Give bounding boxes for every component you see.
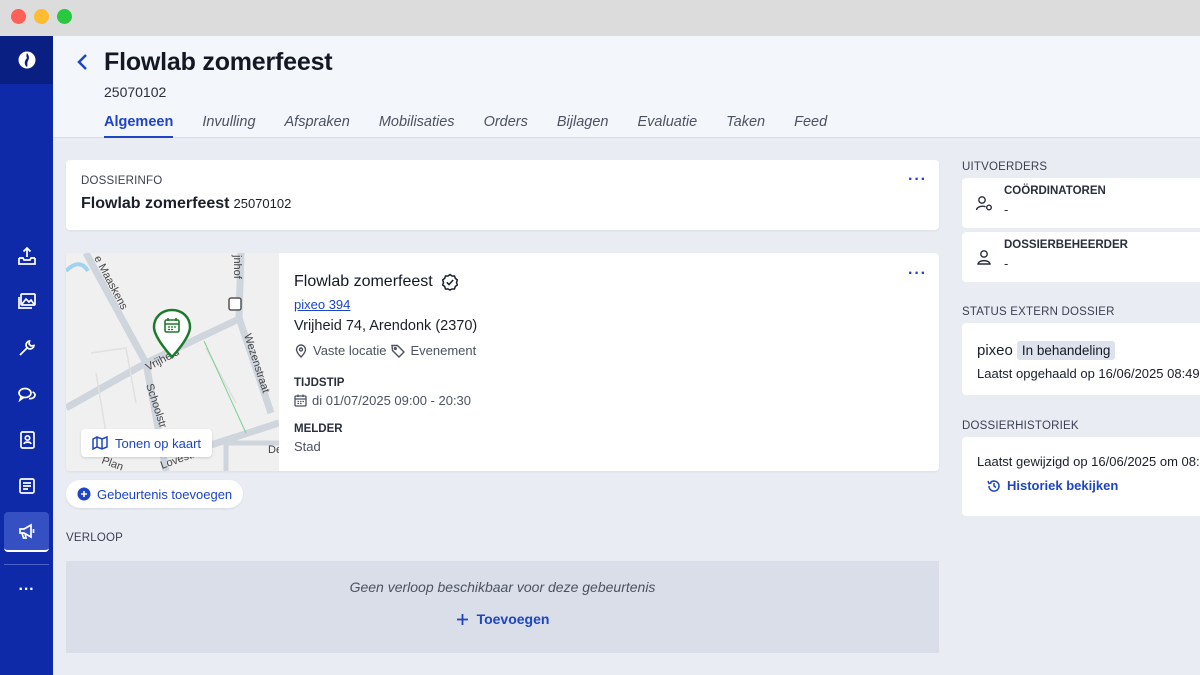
status-system: pixeo (977, 342, 1013, 359)
status-extern-title: STATUS EXTERN DOSSIER (962, 306, 1115, 318)
sidebar-item-gallery[interactable] (4, 281, 49, 321)
close-window-button[interactable] (11, 9, 26, 24)
page-header: Flowlab zomerfeest 25070102 Algemeen Inv… (53, 36, 1200, 138)
status-badge: In behandeling (1016, 341, 1116, 360)
pixeo-link[interactable]: pixeo 394 (294, 297, 350, 312)
user-icon (977, 250, 991, 265)
status-row: pixeo In behandeling (977, 341, 1116, 360)
event-card: e Maaskens Vrijheid Schoolstr Wezenstraa… (66, 253, 939, 471)
page-title: Flowlab zomerfeest (104, 48, 333, 76)
chat-bubbles-icon (17, 387, 36, 403)
tab-orders[interactable]: Orders (484, 114, 528, 138)
tab-evaluatie[interactable]: Evaluatie (637, 114, 697, 138)
dossierinfo-card: DOSSIERINFO Flowlab zomerfeest 25070102 … (66, 160, 939, 230)
event-title: Flowlab zomerfeest (294, 273, 433, 290)
dossierinfo-heading: Flowlab zomerfeest 25070102 (81, 195, 291, 213)
inbox-upload-icon (17, 246, 36, 265)
contacts-book-icon (19, 431, 35, 449)
historiek-modified: Laatst gewijzigd op 16/06/2025 om 08:49 (977, 454, 1200, 469)
sidebar-item-tools[interactable] (4, 328, 49, 368)
show-on-map-button[interactable]: Tonen op kaart (81, 429, 213, 457)
coordinatoren-label: COÖRDINATOREN (1004, 185, 1106, 197)
dossier-number: 25070102 (233, 196, 292, 211)
user-settings-icon (975, 196, 992, 211)
tag-icon (391, 344, 406, 358)
note-list-icon (18, 478, 35, 494)
add-event-button[interactable]: Gebeurtenis toevoegen (66, 480, 244, 508)
plus-circle-icon (77, 487, 91, 501)
verloop-empty-text: Geen verloop beschikbaar voor deze gebeu… (349, 579, 656, 595)
sidebar-item-chat[interactable] (4, 375, 49, 415)
tijdstip-row: di 01/07/2025 09:00 - 20:30 (294, 393, 471, 408)
melder-value: Stad (294, 439, 321, 454)
event-address: Vrijheid 74, Arendonk (2370) (294, 318, 478, 334)
sidebar-item-events[interactable] (4, 512, 49, 552)
tab-taken[interactable]: Taken (726, 114, 765, 138)
status-fetched: Laatst opgehaald op 16/06/2025 08:49 (977, 366, 1200, 381)
tab-feed[interactable]: Feed (794, 114, 827, 138)
verloop-add-button[interactable]: Toevoegen (66, 611, 939, 627)
location-pin-icon (295, 343, 307, 358)
chevron-left-icon (77, 54, 87, 70)
event-more-button[interactable]: ··· (908, 265, 927, 283)
verified-badge-icon (441, 273, 458, 291)
flame-logo-icon (18, 51, 35, 69)
maximize-window-button[interactable] (57, 9, 72, 24)
tag-location: Vaste locatie (313, 343, 387, 358)
sidebar: ··· (0, 36, 53, 675)
tab-bijlagen[interactable]: Bijlagen (557, 114, 609, 138)
wrench-icon (18, 340, 35, 356)
tijdstip-value: di 01/07/2025 09:00 - 20:30 (312, 393, 472, 408)
event-tags: Vaste locatie Evenement (294, 343, 476, 358)
coordinatoren-row[interactable]: COÖRDINATOREN - (962, 178, 1200, 228)
dossier-name: Flowlab zomerfeest (81, 195, 230, 212)
app-logo[interactable] (0, 36, 53, 84)
event-title-row: Flowlab zomerfeest (294, 273, 459, 291)
verloop-panel: Geen verloop beschikbaar voor deze gebeu… (66, 561, 939, 653)
tab-afspraken[interactable]: Afspraken (285, 114, 350, 138)
dossierbeheerder-row[interactable]: DOSSIERBEHEERDER - (962, 232, 1200, 282)
add-event-label: Gebeurtenis toevoegen (97, 486, 233, 502)
tijdstip-label: TIJDSTIP (294, 377, 345, 389)
show-on-map-label: Tonen op kaart (115, 435, 202, 451)
tag-type: Evenement (410, 343, 477, 358)
tab-mobilisaties[interactable]: Mobilisaties (379, 114, 455, 138)
sidebar-divider (4, 564, 49, 565)
historiek-link[interactable]: Historiek bekijken (987, 478, 1118, 493)
window-titlebar (0, 0, 1200, 36)
sidebar-item-contacts[interactable] (4, 420, 49, 460)
sidebar-more-button[interactable]: ··· (4, 570, 49, 610)
tab-invulling[interactable]: Invulling (202, 114, 255, 138)
verloop-title: VERLOOP (66, 532, 124, 544)
status-extern-card: pixeo In behandeling Laatst opgehaald op … (962, 323, 1200, 395)
history-icon (987, 479, 1000, 492)
dossierbeheerder-value: - (1004, 256, 1009, 271)
verloop-add-label: Toevoegen (476, 611, 550, 627)
megaphone-icon (18, 523, 34, 539)
calendar-icon (294, 394, 307, 407)
melder-label: MELDER (294, 423, 343, 435)
dossierinfo-more-button[interactable]: ··· (908, 171, 927, 189)
page-subtitle: 25070102 (104, 84, 167, 100)
uitvoerders-title: UITVOERDERS (962, 161, 1048, 173)
sidebar-item-inbox[interactable] (4, 236, 49, 276)
sidebar-item-notes[interactable] (4, 466, 49, 506)
map-icon (92, 436, 108, 450)
minimize-window-button[interactable] (34, 9, 49, 24)
historiek-link-label: Historiek bekijken (1007, 478, 1119, 493)
coordinatoren-value: - (1004, 202, 1009, 217)
plus-icon (456, 613, 468, 625)
back-button[interactable] (75, 52, 91, 72)
event-map[interactable]: e Maaskens Vrijheid Schoolstr Wezenstraa… (66, 253, 279, 471)
map-street-hof: jnhof (231, 254, 243, 280)
tab-algemeen[interactable]: Algemeen (104, 114, 174, 138)
map-street-de: De (268, 444, 279, 456)
dossierhistoriek-card: Laatst gewijzigd op 16/06/2025 om 08:49 … (962, 437, 1200, 516)
dossierhistoriek-title: DOSSIERHISTORIEK (962, 420, 1079, 432)
dossierbeheerder-label: DOSSIERBEHEERDER (1004, 239, 1128, 251)
photo-gallery-icon (17, 293, 36, 309)
tab-bar: Algemeen Invulling Afspraken Mobilisatie… (104, 114, 856, 138)
dossierinfo-label: DOSSIERINFO (81, 175, 163, 187)
